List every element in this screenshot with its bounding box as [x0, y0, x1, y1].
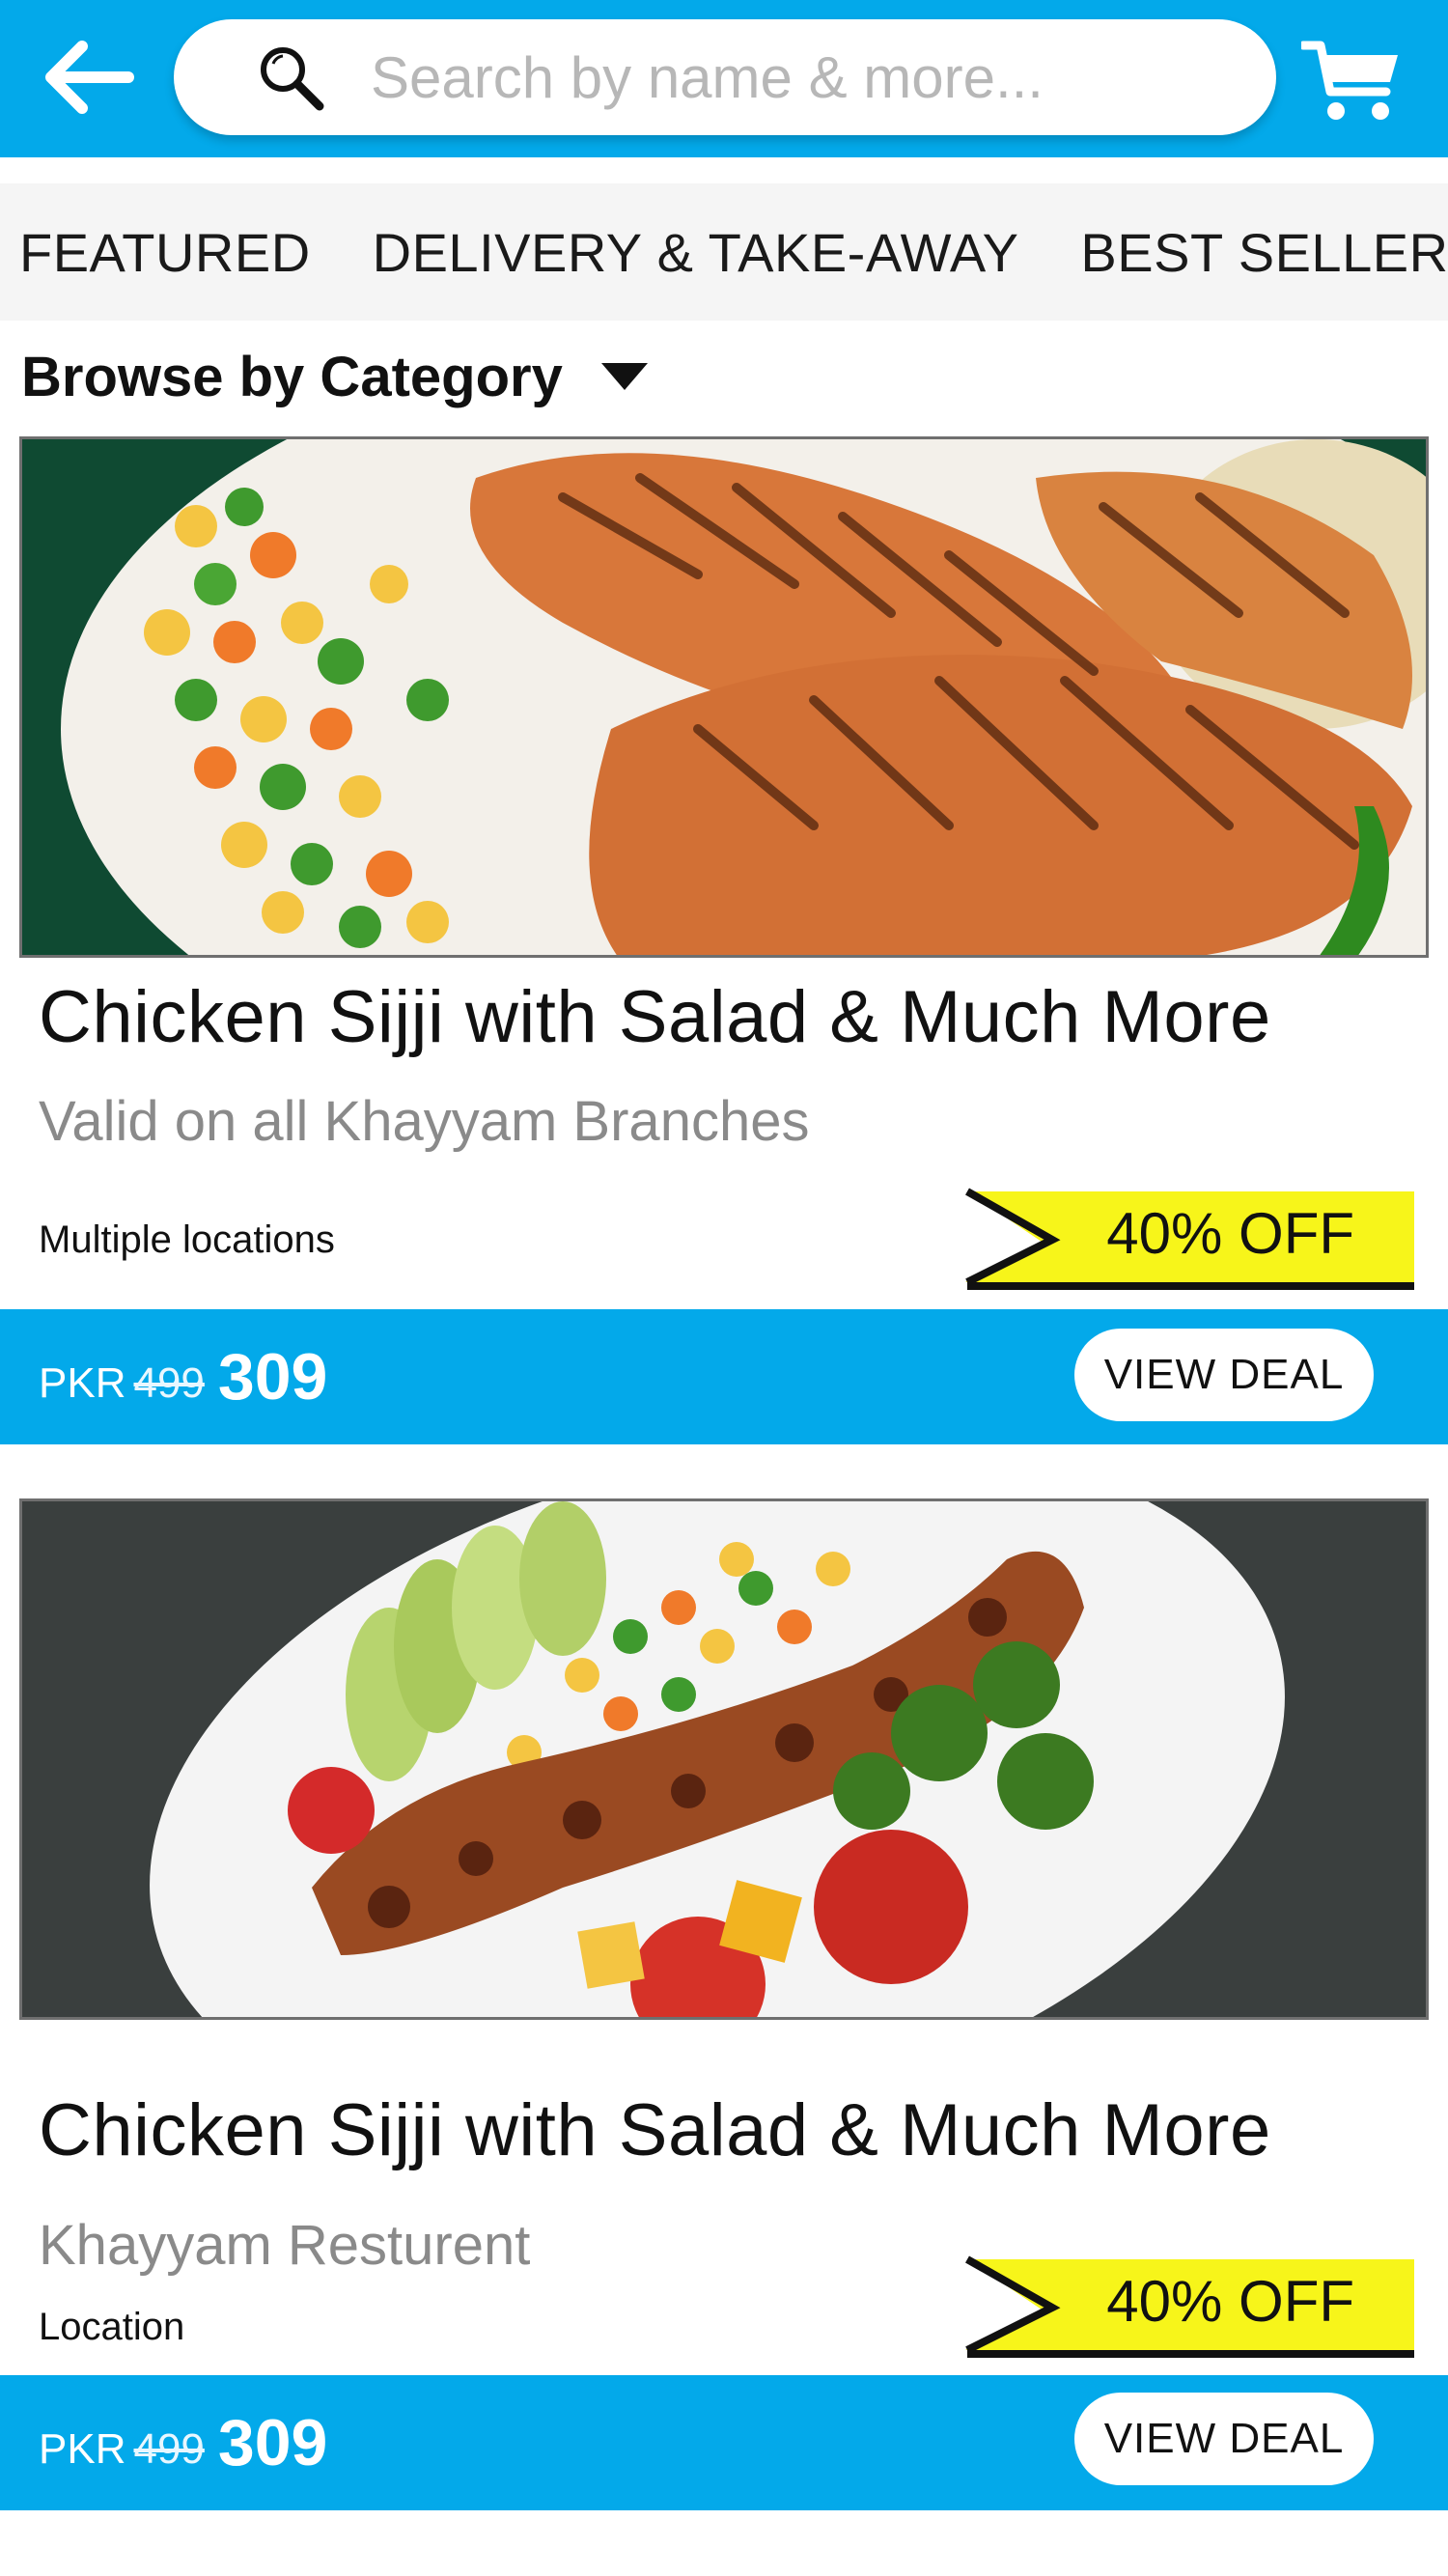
- deal-title: Chicken Sijji with Salad & Much More: [39, 2089, 1271, 2171]
- category-tabs: FEATURED DELIVERY & TAKE-AWAY BEST SELLE…: [0, 183, 1448, 321]
- deal-subtitle: Valid on all Khayyam Branches: [39, 1090, 810, 1153]
- tab-delivery-take-away[interactable]: DELIVERY & TAKE-AWAY: [373, 221, 1019, 284]
- old-price: 499: [133, 2425, 205, 2473]
- price-bar: PKR 499 309 VIEW DEAL: [0, 1309, 1448, 1444]
- price: PKR 499 309: [39, 1309, 327, 1444]
- deal-location: Multiple locations: [39, 1218, 335, 1261]
- price-bar: PKR 499 309 VIEW DEAL: [0, 2375, 1448, 2510]
- top-app-bar: [0, 0, 1448, 157]
- cart-icon: [1301, 41, 1398, 120]
- search-bar[interactable]: [174, 19, 1276, 135]
- deal-subtitle: Khayyam Resturent: [39, 2214, 531, 2277]
- caret-down-icon: [600, 363, 648, 390]
- new-price: 309: [217, 1340, 328, 1414]
- deal-location: Location: [39, 2306, 185, 2348]
- discount-badge: 40% OFF: [965, 1186, 1414, 1290]
- price: PKR 499 309: [39, 2375, 327, 2510]
- search-input[interactable]: [371, 43, 1220, 111]
- tab-featured[interactable]: FEATURED: [19, 221, 311, 284]
- deal-title: Chicken Sijji with Salad & Much More: [39, 976, 1271, 1058]
- discount-badge: 40% OFF: [965, 2254, 1414, 2358]
- cart-button[interactable]: [1294, 29, 1409, 135]
- discount-text: 40% OFF: [1106, 2269, 1354, 2334]
- chicken-tikka-plate-image: [22, 1501, 1426, 2017]
- price-currency: PKR: [39, 1359, 126, 1407]
- old-price: 499: [133, 1359, 205, 1407]
- tab-best-sellers[interactable]: BEST SELLERS: [1080, 221, 1448, 284]
- browse-by-category-dropdown[interactable]: Browse by Category: [21, 338, 648, 415]
- deal-image[interactable]: [19, 436, 1429, 958]
- deal-image[interactable]: [19, 1498, 1429, 2020]
- back-button[interactable]: [37, 37, 143, 118]
- new-price: 309: [217, 2406, 328, 2479]
- search-icon: [249, 36, 332, 119]
- price-currency: PKR: [39, 2425, 126, 2473]
- view-deal-button[interactable]: VIEW DEAL: [1074, 1329, 1374, 1421]
- grilled-chicken-plate-image: [22, 439, 1426, 955]
- arrow-left-icon: [45, 41, 134, 114]
- discount-text: 40% OFF: [1106, 1201, 1354, 1266]
- browse-by-category-label: Browse by Category: [21, 345, 563, 408]
- view-deal-button[interactable]: VIEW DEAL: [1074, 2393, 1374, 2485]
